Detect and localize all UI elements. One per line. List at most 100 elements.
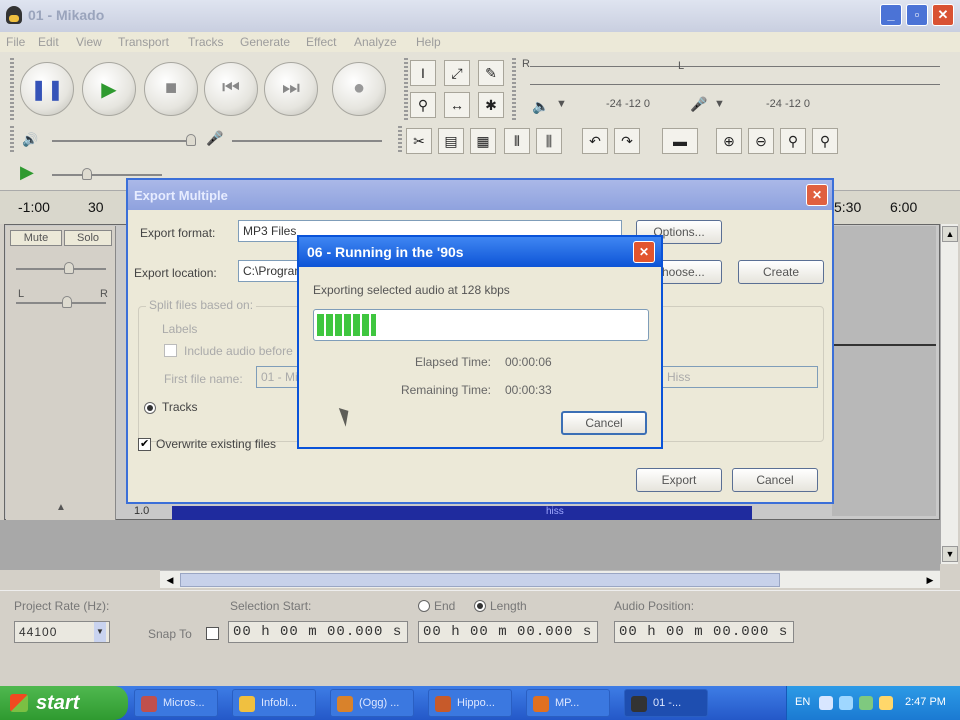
track-waveform-visible[interactable] <box>832 226 936 516</box>
taskbar-item-active[interactable]: 01 -... <box>624 689 708 717</box>
horizontal-scrollbar[interactable]: ◀ ▶ <box>160 570 940 588</box>
progress-close-button[interactable]: ✕ <box>633 241 655 263</box>
toolbar-grip[interactable] <box>10 58 14 122</box>
taskbar-item[interactable]: MP... <box>526 689 610 717</box>
play-at-speed-button[interactable]: ▶ <box>20 162 34 183</box>
edit-grip[interactable] <box>398 126 402 154</box>
taskbar-item[interactable]: Infobl... <box>232 689 316 717</box>
fit-selection-icon[interactable]: ⚲ <box>780 128 806 154</box>
minimize-button[interactable]: _ <box>880 4 902 26</box>
vertical-scrollbar[interactable]: ▲ ▼ <box>940 224 958 564</box>
skip-to-start-button[interactable]: ⏮ <box>204 62 258 116</box>
pan-thumb[interactable] <box>62 296 72 308</box>
undo-icon[interactable]: ↶ <box>582 128 608 154</box>
progress-title: 06 - Running in the '90s <box>307 244 464 260</box>
stop-button[interactable]: ■ <box>144 62 198 116</box>
paste-icon[interactable]: ▦ <box>470 128 496 154</box>
language-indicator[interactable]: EN <box>795 696 810 708</box>
selected-region[interactable]: hiss <box>172 506 752 520</box>
redo-icon[interactable]: ↷ <box>614 128 640 154</box>
labels-option[interactable]: Labels <box>162 322 197 336</box>
taskbar-item[interactable]: Hippo... <box>428 689 512 717</box>
horizontal-scroll-thumb[interactable] <box>180 573 780 587</box>
solo-button[interactable]: Solo <box>64 230 112 246</box>
overwrite-checkbox[interactable]: ✔ <box>138 438 151 451</box>
trim-icon[interactable]: ⫴ <box>504 128 530 154</box>
record-meter-dropdown-icon[interactable]: ▼ <box>714 98 725 110</box>
export-button[interactable]: Export <box>636 468 722 492</box>
scroll-up-icon[interactable]: ▲ <box>942 226 958 242</box>
length-radio[interactable] <box>474 600 486 612</box>
task-label: Micros... <box>163 697 205 709</box>
create-button[interactable]: Create <box>738 260 824 284</box>
mute-button[interactable]: Mute <box>10 230 62 246</box>
menu-generate[interactable]: Generate <box>240 35 290 49</box>
snap-to-checkbox[interactable] <box>206 627 219 640</box>
volume-tray-icon[interactable] <box>879 696 893 710</box>
envelope-tool[interactable]: ⤢ <box>444 60 470 86</box>
timeshift-tool[interactable]: ↔ <box>444 92 470 118</box>
progress-titlebar[interactable]: 06 - Running in the '90s ✕ <box>299 237 661 267</box>
cut-icon[interactable]: ✂ <box>406 128 432 154</box>
meter-grip[interactable] <box>512 58 516 122</box>
zoom-tool[interactable]: ⚲ <box>410 92 436 118</box>
silence-icon[interactable]: ⫼ <box>536 128 562 154</box>
zoom-in-icon[interactable]: ⊕ <box>716 128 742 154</box>
mixer-grip[interactable] <box>10 126 14 154</box>
menu-help[interactable]: Help <box>416 35 441 49</box>
sync-lock-icon[interactable]: ▬ <box>662 128 698 154</box>
fit-project-icon[interactable]: ⚲ <box>812 128 838 154</box>
play-speed-slider[interactable] <box>52 174 162 176</box>
pause-button[interactable]: ❚❚ <box>20 62 74 116</box>
tracks-radio[interactable] <box>144 402 156 414</box>
start-button[interactable]: start <box>0 686 128 720</box>
collapse-track-icon[interactable]: ▲ <box>56 502 66 513</box>
menu-file[interactable]: File <box>6 35 25 49</box>
menu-analyze[interactable]: Analyze <box>354 35 397 49</box>
progress-cancel-button[interactable]: Cancel <box>561 411 647 435</box>
selection-start-field[interactable]: 00 h 00 m 00.000 s <box>228 621 408 643</box>
zoom-out-icon[interactable]: ⊖ <box>748 128 774 154</box>
menu-view[interactable]: View <box>76 35 102 49</box>
export-multiple-titlebar[interactable]: Export Multiple ✕ <box>128 180 832 210</box>
security-tray-icon[interactable] <box>859 696 873 710</box>
menu-transport[interactable]: Transport <box>118 35 169 49</box>
multi-tool[interactable]: ✱ <box>478 92 504 118</box>
taskbar-item[interactable]: Micros... <box>134 689 218 717</box>
maximize-button[interactable]: ▫ <box>906 4 928 26</box>
play-speed-thumb[interactable] <box>82 168 92 180</box>
length-field[interactable]: 00 h 00 m 00.000 s <box>418 621 598 643</box>
pan-slider[interactable] <box>16 302 106 304</box>
menu-tracks[interactable]: Tracks <box>188 35 224 49</box>
output-volume-thumb[interactable] <box>186 134 196 146</box>
draw-tool[interactable]: ✎ <box>478 60 504 86</box>
project-rate-dropdown-icon[interactable]: ▼ <box>94 622 106 642</box>
export-cancel-button[interactable]: Cancel <box>732 468 818 492</box>
first-file-name-field[interactable]: 01 - Mi <box>256 366 300 388</box>
menu-edit[interactable]: Edit <box>38 35 59 49</box>
toolbar-grip[interactable] <box>404 58 408 122</box>
export-multiple-close-button[interactable]: ✕ <box>806 184 828 206</box>
network-tray-icon[interactable] <box>839 696 853 710</box>
output-volume-slider[interactable] <box>52 140 192 142</box>
taskbar-item[interactable]: (Ogg) ... <box>330 689 414 717</box>
close-button[interactable]: ✕ <box>932 4 954 26</box>
audio-position-field[interactable]: 00 h 00 m 00.000 s <box>614 621 794 643</box>
selection-tool[interactable]: I <box>410 60 436 86</box>
end-radio[interactable] <box>418 600 430 612</box>
scroll-right-icon[interactable]: ▶ <box>922 572 938 588</box>
play-meter-dropdown-icon[interactable]: ▼ <box>556 98 567 110</box>
file-name-field[interactable]: Hiss <box>662 366 818 388</box>
include-audio-checkbox[interactable] <box>164 344 177 357</box>
gain-thumb[interactable] <box>64 262 74 274</box>
scroll-left-icon[interactable]: ◀ <box>162 572 178 588</box>
record-button[interactable]: ● <box>332 62 386 116</box>
skip-to-end-button[interactable]: ⏭ <box>264 62 318 116</box>
play-button[interactable]: ▶ <box>82 62 136 116</box>
scroll-down-icon[interactable]: ▼ <box>942 546 958 562</box>
menu-effect[interactable]: Effect <box>306 35 336 49</box>
gain-slider[interactable] <box>16 268 106 270</box>
input-volume-slider[interactable] <box>232 140 382 142</box>
copy-icon[interactable]: ▤ <box>438 128 464 154</box>
help-tray-icon[interactable] <box>819 696 833 710</box>
